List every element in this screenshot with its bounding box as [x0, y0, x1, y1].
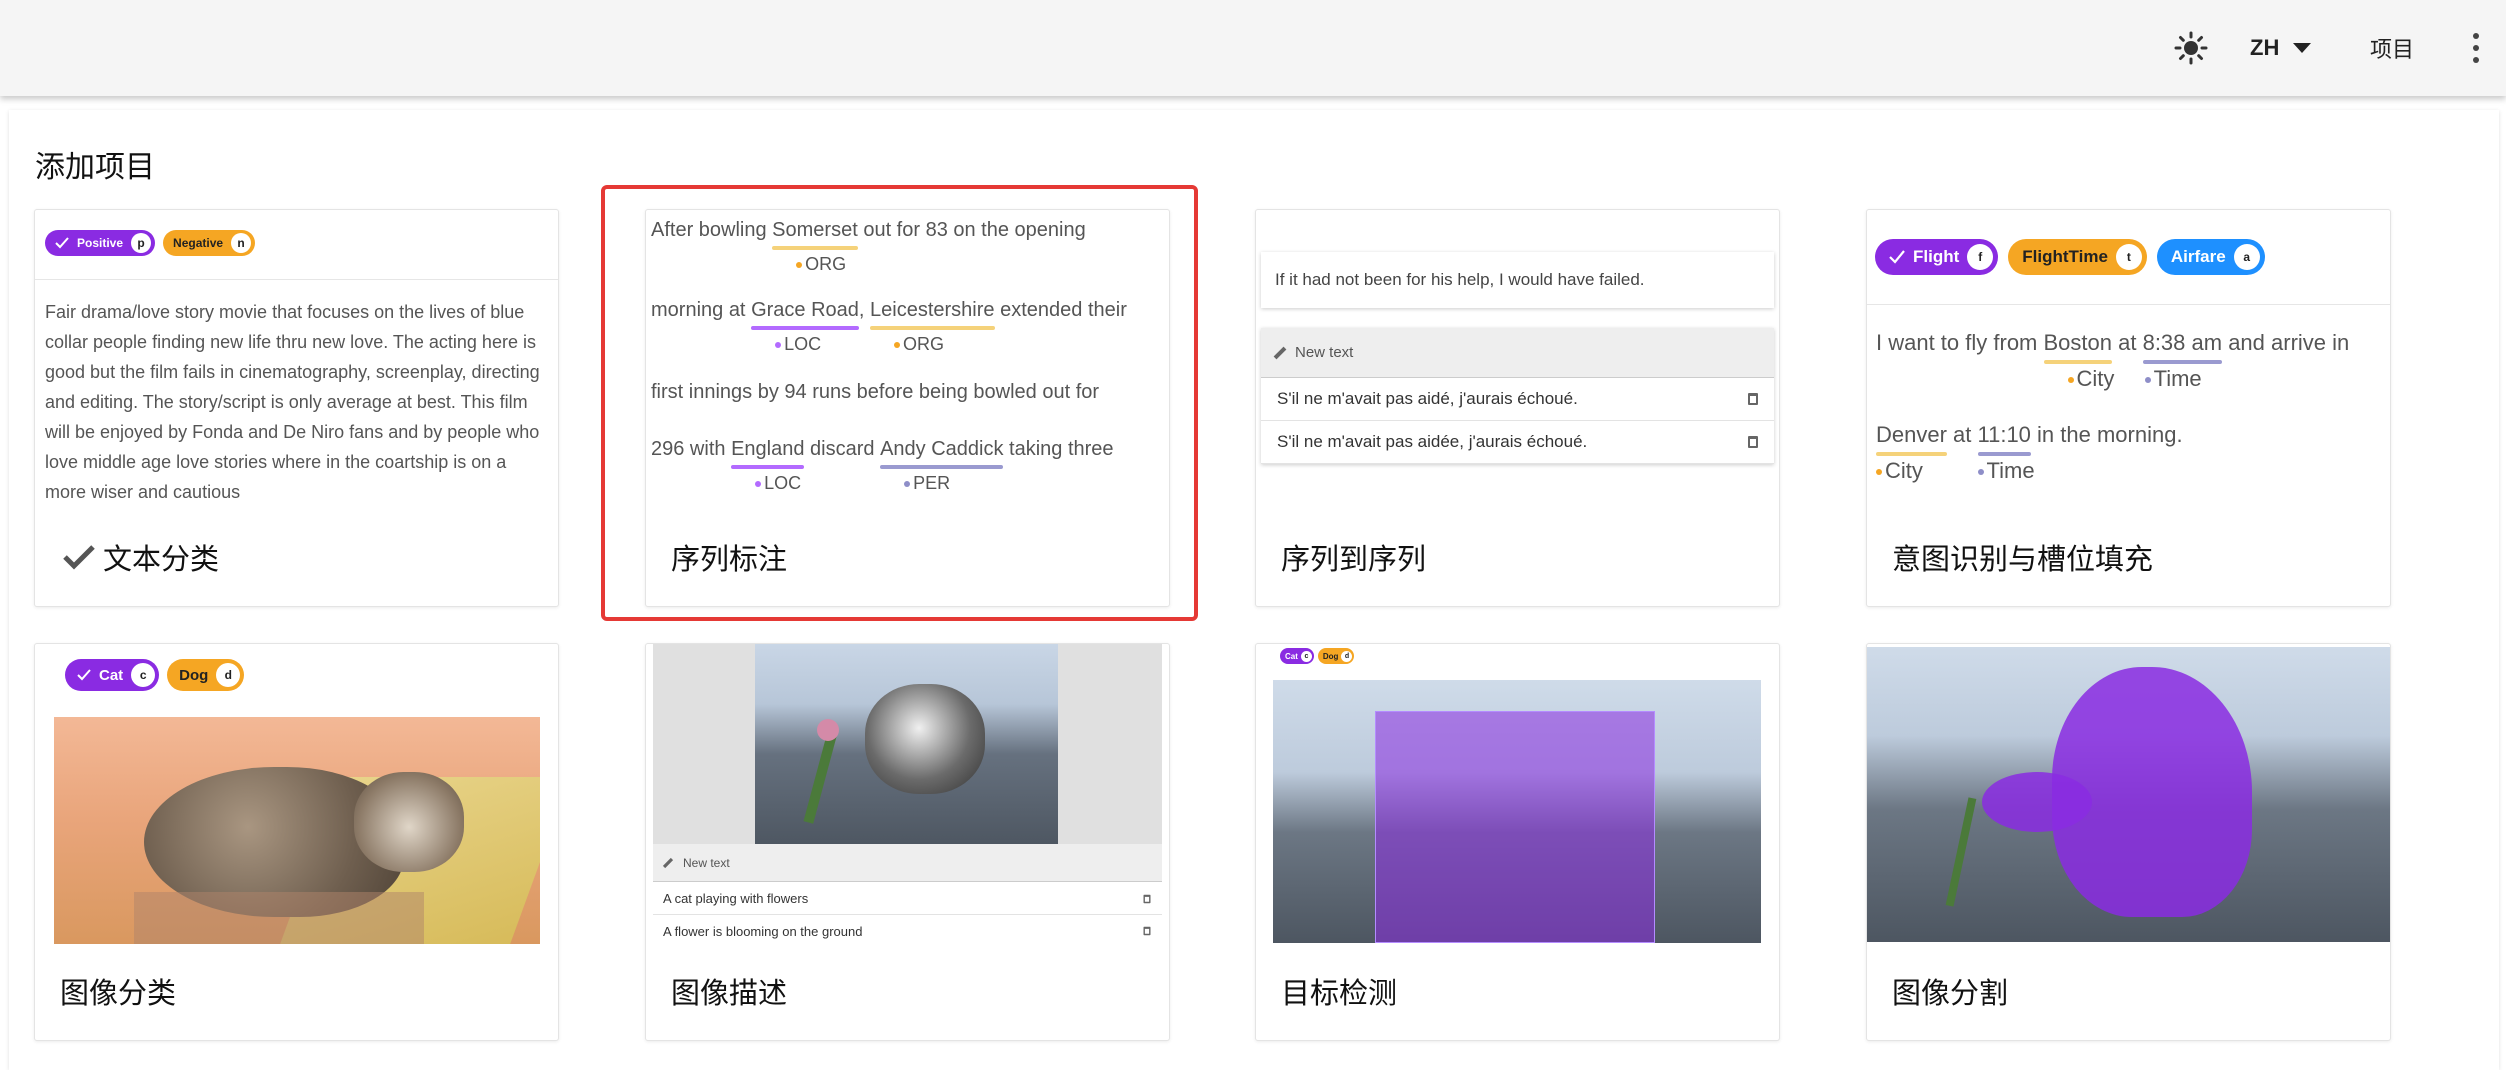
label-chip-dog: Dog d: [1317, 648, 1355, 664]
caret-down-icon: [2293, 43, 2312, 53]
check-icon: [63, 545, 95, 570]
list-item: A cat playing with flowers: [653, 883, 1162, 915]
card-image-captioning[interactable]: New text A cat playing with flowers A fl…: [645, 643, 1170, 1041]
sun-icon: [2174, 31, 2208, 65]
kitten-photo: [1273, 680, 1761, 943]
label-chip-cat: Cat c: [1280, 648, 1314, 664]
check-icon: [1889, 250, 1905, 264]
entity-loc: Grace Road LOC: [751, 296, 859, 354]
pencil-icon: [662, 857, 673, 868]
card-sequence-labeling[interactable]: After bowling Somerset ORG out for 83 on …: [645, 209, 1170, 607]
entity-city: Boston City: [2043, 328, 2114, 391]
card-title: 序列到序列: [1281, 544, 1427, 576]
cat-photo: [54, 717, 540, 944]
entity-per: Andy Caddick PER: [880, 435, 1004, 493]
page-title: 添加项目: [35, 151, 155, 184]
card-title: 图像描述: [671, 978, 788, 1010]
bounding-box[interactable]: [1375, 711, 1655, 943]
delete-icon[interactable]: [1748, 436, 1758, 448]
card-seq2seq[interactable]: If it had not been for his help, I would…: [1255, 209, 1780, 607]
intent-sample: I want to fly from Boston City at 8:38 am…: [1876, 328, 2349, 483]
entity-org: Leicestershire ORG: [870, 296, 995, 354]
label-chip-flighttime: FlightTime t: [2008, 239, 2147, 275]
check-icon: [55, 237, 69, 249]
check-icon: [77, 669, 91, 681]
app-bar: ZH 项目: [0, 0, 2506, 96]
list-item: S'il ne m'avait pas aidée, j'aurais écho…: [1261, 421, 1774, 464]
list-item: A flower is blooming on the ground: [653, 915, 1162, 947]
card-intent-detection[interactable]: Flight f FlightTime t Airfare a I want t…: [1866, 209, 2391, 607]
card-object-detection[interactable]: Cat c Dog d 目标检测: [1255, 643, 1780, 1041]
sample-text: Fair drama/love story movie that focuses…: [45, 302, 540, 502]
more-vert-icon: [2473, 33, 2479, 39]
kitten-photo: [755, 644, 1058, 844]
new-text-field[interactable]: New text: [1261, 328, 1774, 378]
card-segmentation[interactable]: 图像分割: [1866, 643, 2391, 1041]
main-content: 添加项目 Positive p Negative n Fair drama/lo…: [9, 110, 2499, 1070]
card-title: 图像分类: [60, 978, 177, 1010]
list-item: S'il ne m'avait pas aidé, j'aurais échou…: [1261, 378, 1774, 421]
language-selector[interactable]: ZH: [2250, 0, 2312, 96]
entity-org: Somerset ORG: [772, 216, 858, 274]
card-text-classification[interactable]: Positive p Negative n Fair drama/love st…: [34, 209, 559, 607]
delete-icon[interactable]: [1143, 894, 1151, 903]
label-chip-airfare: Airfare a: [2156, 239, 2265, 275]
delete-icon[interactable]: [1143, 926, 1151, 936]
card-title: 序列标注: [671, 544, 788, 576]
projects-link[interactable]: 项目: [2370, 0, 2414, 96]
more-menu-button[interactable]: [2466, 0, 2486, 96]
label-chip-negative: Negative n: [163, 230, 256, 256]
card-title: 目标检测: [1281, 978, 1398, 1010]
entity-time: 8:38 am Time: [2142, 328, 2223, 391]
pencil-icon: [1273, 346, 1287, 360]
language-label: ZH: [2250, 35, 2280, 60]
card-title: 意图识别与槽位填充: [1892, 544, 2154, 576]
label-chip-dog: Dog d: [167, 659, 245, 691]
kitten-photo: [1867, 647, 2390, 942]
entity-loc: England LOC: [731, 435, 805, 493]
label-chip-positive: Positive p: [45, 230, 156, 256]
theme-toggle-button[interactable]: [2170, 0, 2212, 96]
entity-city: Denver City: [1876, 420, 1947, 483]
image-preview: [653, 644, 1162, 844]
card-image-classification[interactable]: Cat c Dog d 图像分类: [34, 643, 559, 1041]
label-chip-cat: Cat c: [65, 659, 160, 691]
card-title: 文本分类: [103, 544, 220, 576]
label-chip-flight: Flight f: [1875, 239, 1999, 275]
new-text-field[interactable]: New text: [653, 844, 1162, 882]
delete-icon[interactable]: [1748, 393, 1758, 405]
ner-sample: After bowling Somerset ORG out for 83 on …: [651, 216, 1166, 520]
entity-time: 11:10 Time: [1977, 420, 2035, 483]
source-text: If it had not been for his help, I would…: [1261, 252, 1774, 308]
card-title: 图像分割: [1892, 978, 2009, 1010]
